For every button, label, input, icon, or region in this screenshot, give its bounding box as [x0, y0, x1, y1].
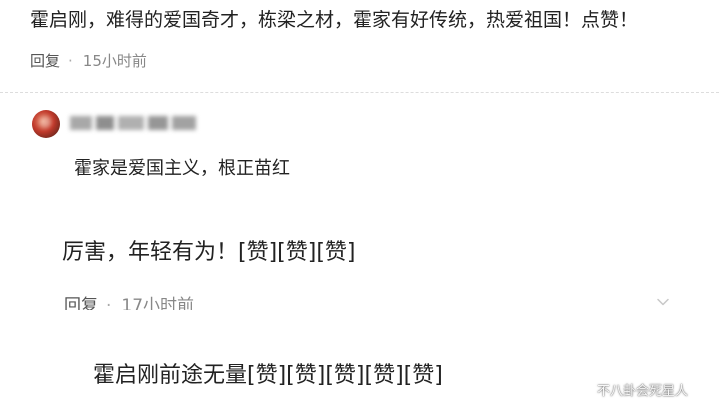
blurred-username: [70, 113, 210, 133]
comment-text: 霍启刚，难得的爱国奇才，栋梁之材，霍家有好传统，热爱祖国！点赞！: [30, 9, 639, 31]
comment-meta: 回复 · 15小时前: [30, 50, 147, 72]
reply-button[interactable]: 回复: [30, 52, 60, 70]
watermark: 不八卦会死星人: [597, 384, 689, 399]
comment-text: 厉害，年轻有为！[赞][赞][赞]: [62, 240, 356, 265]
meta-separator: ·: [106, 296, 112, 310]
comment-timestamp: 17小时前: [121, 296, 195, 310]
divider: [0, 92, 719, 93]
meta-separator: ·: [68, 52, 73, 70]
reply-button[interactable]: 回复: [64, 296, 98, 310]
comment-meta: 回复 · 17小时前: [64, 292, 194, 310]
comment-text: 霍启刚前途无量[赞][赞][赞][赞][赞]: [93, 363, 443, 388]
chevron-down-icon[interactable]: [655, 294, 671, 310]
reply-text: 霍家是爱国主义，根正苗红: [74, 158, 290, 179]
comment-timestamp: 15小时前: [82, 52, 147, 70]
avatar[interactable]: [32, 110, 60, 138]
